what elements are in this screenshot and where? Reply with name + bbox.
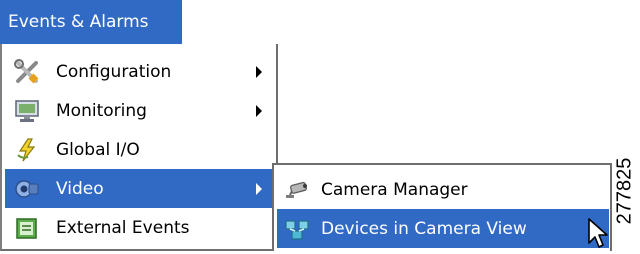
monitor-icon — [14, 98, 40, 124]
menu-item-external-events[interactable]: External Events — [5, 208, 276, 247]
menu-item-monitoring[interactable]: Monitoring — [5, 91, 276, 130]
external-events-icon — [14, 215, 40, 241]
mouse-pointer-icon — [587, 217, 609, 249]
submenu-item-camera-manager[interactable]: Camera Manager — [277, 170, 609, 209]
submenu-arrow-icon — [256, 104, 262, 117]
menu-item-label: Configuration — [56, 61, 172, 82]
figure-number: 277825 — [610, 131, 640, 251]
menu-item-label: Video — [56, 178, 104, 199]
camera-icon — [284, 177, 310, 203]
tools-icon — [14, 59, 40, 85]
global-io-icon — [14, 137, 40, 163]
menu-item-configuration[interactable]: Configuration — [5, 52, 276, 91]
menu-item-video[interactable]: Video — [5, 169, 276, 208]
devices-icon — [284, 216, 310, 242]
menu-item-label: Monitoring — [56, 100, 147, 121]
video-submenu: Camera Manager Devices in Camera View — [272, 163, 612, 251]
submenu-arrow-icon — [256, 182, 262, 195]
events-alarms-dropdown: Configuration Monitoring Global I/O Vide… — [0, 44, 278, 251]
submenu-item-label: Devices in Camera View — [321, 218, 527, 239]
menu-item-label: External Events — [56, 217, 190, 238]
menu-item-label: Global I/O — [56, 139, 140, 160]
submenu-item-devices-in-camera-view[interactable]: Devices in Camera View — [277, 209, 609, 248]
video-camera-icon — [14, 176, 40, 202]
figure-number-text: 277825 — [613, 157, 636, 225]
submenu-arrow-icon — [256, 65, 262, 78]
menu-events-alarms[interactable]: Events & Alarms — [0, 0, 182, 44]
submenu-item-label: Camera Manager — [321, 179, 468, 200]
menubar-label: Events & Alarms — [8, 12, 149, 32]
menu-item-global-io[interactable]: Global I/O — [5, 130, 276, 169]
